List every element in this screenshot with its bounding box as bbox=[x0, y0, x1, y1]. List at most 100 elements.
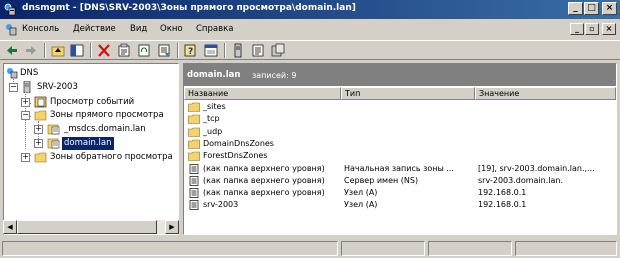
back-icon[interactable] bbox=[4, 43, 20, 58]
new-record-icon[interactable] bbox=[250, 43, 266, 58]
tree-node-label: Зоны прямого просмотра bbox=[50, 110, 164, 120]
tree-node-srv-2003[interactable]: − SRV-2003 bbox=[4, 81, 174, 94]
record-type: Начальная запись зоны ... bbox=[344, 163, 454, 173]
record-icon bbox=[189, 163, 199, 174]
show-hide-tree-icon[interactable] bbox=[69, 43, 85, 58]
help-icon[interactable]: ? bbox=[183, 43, 199, 58]
mmc-help-icon[interactable] bbox=[203, 43, 219, 58]
record-name: DomainDnsZones bbox=[203, 138, 274, 148]
record-type: Узел (A) bbox=[344, 188, 378, 198]
list-row[interactable]: _sites bbox=[184, 101, 616, 113]
record-icon bbox=[189, 188, 199, 198]
expand-button[interactable]: + bbox=[21, 153, 30, 162]
minimize-button[interactable]: _ bbox=[568, 2, 583, 15]
event-viewer-icon bbox=[34, 96, 47, 108]
mdi-close-button[interactable]: × bbox=[602, 23, 616, 35]
tree-node-forward-zones[interactable]: − Зоны прямого просмотра bbox=[4, 109, 174, 122]
dns-icon bbox=[7, 68, 18, 79]
tree-node-label-selected: domain.lan bbox=[61, 136, 115, 151]
title-bar[interactable]: dnsmgmt - [DNS\SRV-2003\Зоны прямого про… bbox=[0, 0, 620, 19]
record-value: srv-2003.domain.lan. bbox=[478, 175, 564, 185]
scroll-thumb[interactable] bbox=[17, 220, 157, 234]
tree-node-event-viewer[interactable]: + Просмотр событий bbox=[4, 96, 174, 109]
scroll-right-icon[interactable]: ▶ bbox=[165, 220, 179, 234]
mmc-window: dnsmgmt - [DNS\SRV-2003\Зоны прямого про… bbox=[0, 0, 620, 258]
record-name: ForestDnsZones bbox=[203, 151, 268, 161]
record-icon bbox=[189, 175, 199, 186]
window-controls: _ □ × bbox=[567, 2, 617, 16]
tree-node-dns[interactable]: DNS bbox=[4, 67, 174, 80]
up-folder-icon[interactable] bbox=[50, 43, 66, 58]
close-button[interactable]: × bbox=[602, 2, 617, 15]
status-panel bbox=[515, 241, 617, 256]
collapse-button[interactable]: − bbox=[21, 111, 30, 120]
properties-icon[interactable] bbox=[116, 43, 132, 58]
column-header-name[interactable]: Название bbox=[184, 87, 341, 100]
record-value: 192.168.0.1 bbox=[478, 188, 527, 198]
list-row[interactable]: _tcp bbox=[184, 113, 616, 125]
status-panel bbox=[341, 241, 425, 256]
folder-icon bbox=[34, 152, 47, 163]
toolbar-separator bbox=[224, 43, 226, 58]
tree-node-label: Зоны обратного просмотра bbox=[50, 152, 173, 162]
menu-view[interactable]: Вид bbox=[130, 24, 147, 34]
tree-node-label: DNS bbox=[20, 68, 39, 78]
tree-node-domain-lan[interactable]: + domain.lan bbox=[4, 136, 174, 151]
record-type: Сервер имен (NS) bbox=[344, 175, 419, 185]
column-header-value[interactable]: Значение bbox=[475, 87, 616, 100]
record-value: [19], srv-2003.domain.lan.,... bbox=[478, 163, 595, 173]
export-list-icon[interactable] bbox=[156, 43, 172, 58]
mdi-minimize-button[interactable]: _ bbox=[570, 23, 584, 35]
folder-icon bbox=[188, 127, 200, 137]
scroll-left-icon[interactable]: ◀ bbox=[3, 220, 17, 234]
zone-icon bbox=[47, 138, 60, 149]
expand-button[interactable]: + bbox=[21, 98, 30, 107]
new-domain-icon[interactable] bbox=[270, 43, 286, 58]
list-row[interactable]: DomainDnsZones bbox=[184, 138, 616, 150]
zone-header: domain.lan записей: 9 bbox=[184, 64, 616, 86]
list-row[interactable]: (как папка верхнего уровня) Начальная зап… bbox=[184, 163, 616, 175]
collapse-button[interactable]: − bbox=[9, 83, 18, 92]
list-row[interactable]: srv-2003 Узел (A) 192.168.0.1 bbox=[184, 199, 616, 211]
list-row[interactable]: ForestDnsZones bbox=[184, 150, 616, 162]
server-icon[interactable] bbox=[230, 43, 246, 58]
tree-node-msdcs-zone[interactable]: + _msdcs.domain.lan bbox=[4, 123, 174, 136]
mdi-controls: _ ▫ × bbox=[569, 23, 616, 35]
server-icon bbox=[23, 81, 31, 93]
menu-console[interactable]: Консоль bbox=[22, 24, 59, 34]
list-row[interactable]: _udp bbox=[184, 126, 616, 138]
column-header-type[interactable]: Тип bbox=[341, 87, 475, 100]
maximize-button[interactable]: □ bbox=[584, 2, 599, 15]
status-panel bbox=[428, 241, 512, 256]
console-tree[interactable]: DNS − SRV-2003 + Просмотр событий − Зоны… bbox=[3, 63, 179, 235]
record-name: srv-2003 bbox=[203, 200, 239, 210]
tree-node-reverse-zones[interactable]: + Зоны обратного просмотра bbox=[4, 151, 178, 164]
toolbar: ? bbox=[0, 40, 620, 60]
menu-action[interactable]: Действие bbox=[73, 24, 116, 34]
record-name: (как папка верхнего уровня) bbox=[203, 175, 325, 185]
record-count: записей: 9 bbox=[252, 71, 297, 80]
record-name: _sites bbox=[203, 102, 226, 111]
expand-button[interactable]: + bbox=[34, 139, 43, 148]
expand-button[interactable]: + bbox=[34, 125, 43, 134]
toolbar-separator bbox=[44, 43, 46, 58]
zone-name: domain.lan bbox=[187, 70, 241, 80]
record-name: _tcp bbox=[203, 114, 220, 124]
delete-icon[interactable] bbox=[96, 43, 112, 58]
menu-help[interactable]: Справка bbox=[196, 24, 233, 34]
list-row[interactable]: (как папка верхнего уровня) Узел (A) 192.1… bbox=[184, 187, 616, 199]
mdi-restore-button[interactable]: ▫ bbox=[585, 23, 599, 35]
record-icon bbox=[189, 200, 199, 211]
toolbar-separator bbox=[177, 43, 179, 58]
menu-window[interactable]: Окно bbox=[160, 24, 183, 34]
tree-horizontal-scrollbar[interactable]: ◀ ▶ bbox=[3, 220, 179, 234]
folder-icon bbox=[188, 114, 200, 125]
svg-text:?: ? bbox=[188, 47, 193, 57]
record-type: Узел (A) bbox=[344, 200, 378, 210]
refresh-icon[interactable] bbox=[136, 43, 152, 58]
list-row[interactable]: (как папка верхнего уровня) Сервер имен (… bbox=[184, 175, 616, 187]
status-panel bbox=[2, 241, 338, 256]
record-value: 192.168.0.1 bbox=[478, 200, 527, 210]
console-menu-icon[interactable] bbox=[4, 22, 18, 36]
forward-icon[interactable] bbox=[23, 43, 39, 58]
